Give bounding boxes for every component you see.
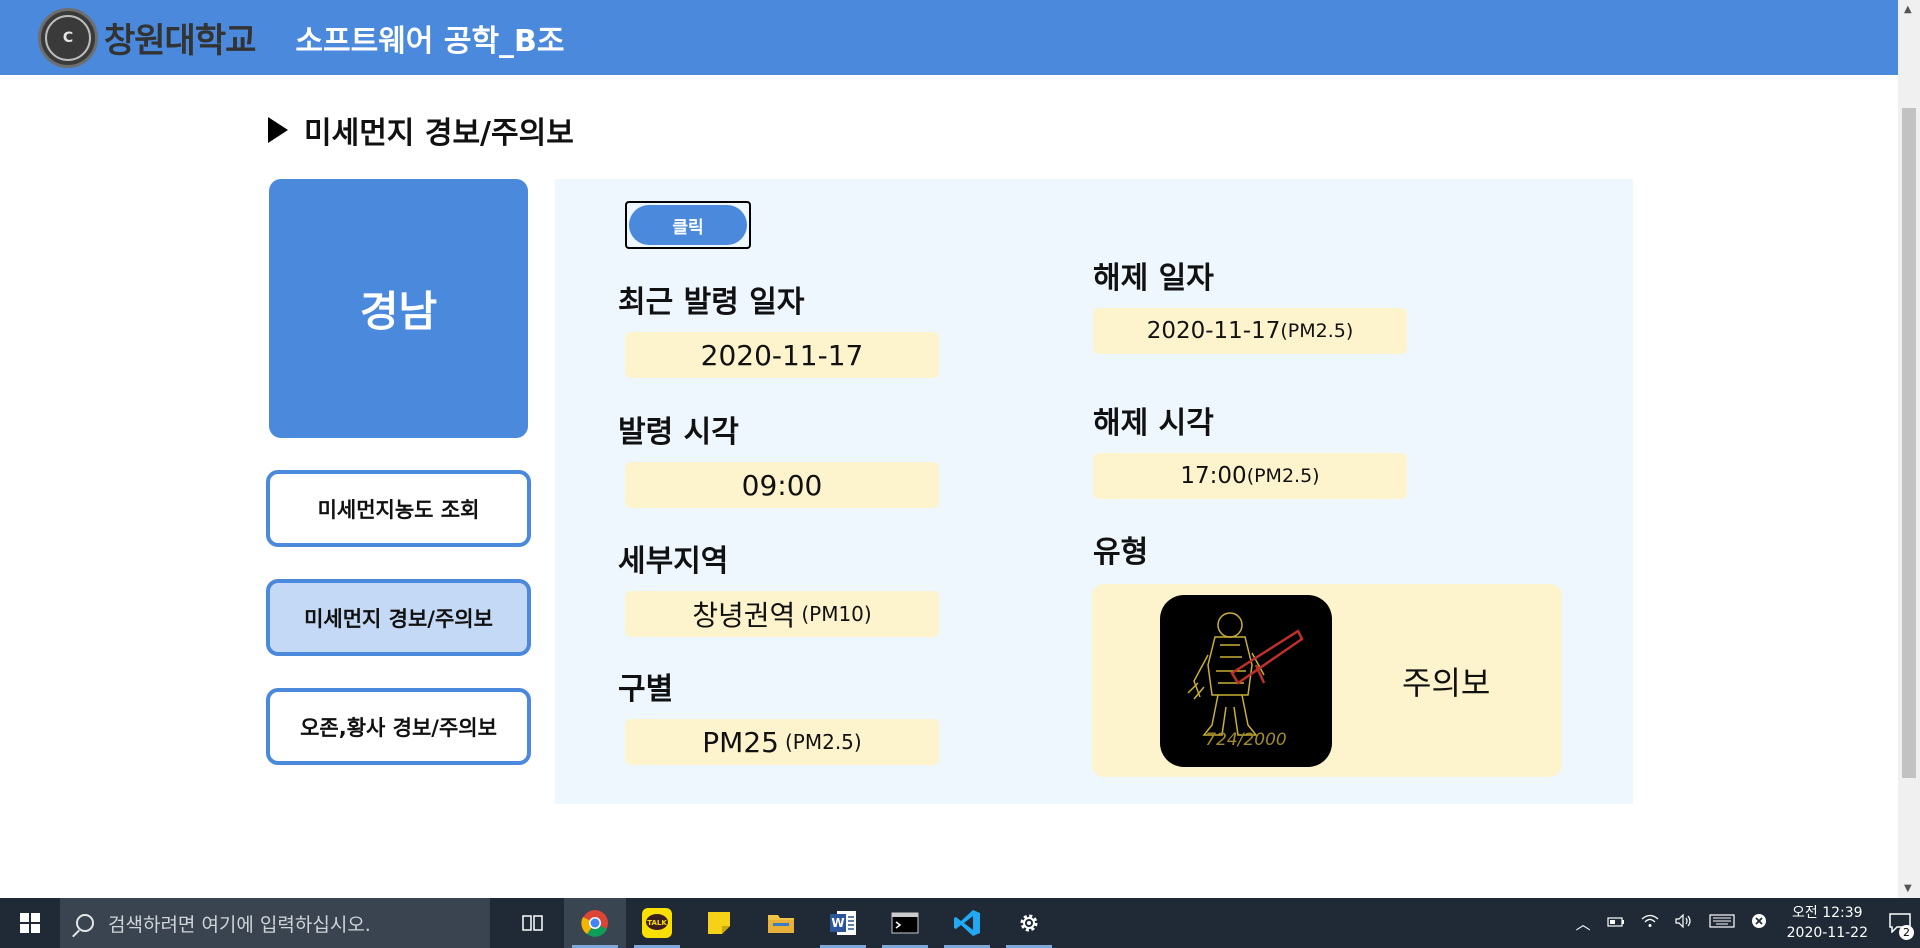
- sticky-notes-icon: [708, 912, 730, 934]
- issue-date-value: 2020-11-17: [625, 332, 939, 378]
- category-label: 구별: [618, 672, 674, 707]
- taskbar-search-box[interactable]: 검색하려면 여기에 입력하십시오.: [60, 898, 490, 948]
- university-name: 창원대학교: [104, 21, 256, 61]
- task-view-button[interactable]: [502, 898, 564, 948]
- terminal-icon: [891, 912, 919, 934]
- windows-start-button[interactable]: [0, 898, 60, 948]
- taskbar-word[interactable]: W: [812, 898, 874, 948]
- vertical-scrollbar[interactable]: ▲ ▼: [1898, 0, 1920, 898]
- windows-taskbar: 검색하려면 여기에 입력하십시오. TALK W ︿ 오전 12:39 2020…: [0, 898, 1920, 948]
- taskbar-sticky-notes[interactable]: [688, 898, 750, 948]
- clock-date: 2020-11-22: [1786, 925, 1868, 941]
- issue-time-value: 09:00: [625, 462, 939, 508]
- taskbar-settings[interactable]: [998, 898, 1060, 948]
- search-placeholder: 검색하려면 여기에 입력하십시오.: [108, 913, 371, 936]
- battery-icon[interactable]: [1607, 914, 1625, 932]
- notification-badge: 2: [1899, 925, 1914, 940]
- ime-off-icon[interactable]: [1751, 913, 1767, 933]
- system-clock[interactable]: 오전 12:39 2020-11-22: [1787, 903, 1868, 943]
- gear-icon: [1020, 914, 1038, 932]
- search-icon: [76, 914, 94, 932]
- alert-type-box: 724/2000 주의보: [1092, 584, 1562, 777]
- release-date-text: 2020-11-17: [1146, 318, 1281, 344]
- release-time-text: 17:00: [1180, 463, 1247, 489]
- taskbar-vscode[interactable]: [936, 898, 998, 948]
- issue-date-label: 최근 발령 일자: [618, 285, 805, 320]
- release-time-value: 17:00 (PM2.5): [1093, 453, 1407, 499]
- alert-type-value: 주의보: [1402, 663, 1491, 702]
- nav-dust-alert-button[interactable]: 미세먼지 경보/주의보: [266, 579, 531, 656]
- kakaotalk-icon: TALK: [642, 908, 672, 938]
- robot-icon: 724/2000: [1187, 612, 1304, 750]
- release-date-note: (PM2.5): [1280, 320, 1354, 342]
- taskbar-chrome[interactable]: [564, 898, 626, 948]
- site-title[interactable]: 소프트웨어 공학_B조: [295, 16, 564, 60]
- wifi-icon[interactable]: [1641, 914, 1659, 932]
- page-title: 미세먼지 경보/주의보: [304, 116, 574, 151]
- image-caption: 724/2000: [1205, 730, 1286, 750]
- task-view-icon: [522, 915, 543, 931]
- top-header: C 창원대학교 소프트웨어 공학_B조: [0, 0, 1898, 75]
- click-button[interactable]: 클릭: [625, 201, 751, 249]
- category-text: PM25: [702, 725, 779, 759]
- issue-time-label: 발령 시각: [618, 415, 739, 450]
- scroll-up-icon[interactable]: ▲: [1904, 4, 1912, 15]
- release-date-label: 해제 일자: [1093, 261, 1214, 296]
- alert-type-image: 724/2000: [1160, 595, 1332, 767]
- category-note: (PM2.5): [784, 730, 862, 754]
- notification-center-button[interactable]: 2: [1880, 898, 1920, 948]
- release-time-label: 해제 시각: [1093, 406, 1214, 441]
- issue-time-text: 09:00: [741, 468, 823, 502]
- release-date-value: 2020-11-17 (PM2.5): [1093, 308, 1407, 354]
- taskbar-terminal[interactable]: [874, 898, 936, 948]
- windows-logo-icon: [20, 913, 40, 933]
- sub-region-label: 세부지역: [618, 544, 729, 579]
- page-heading: 미세먼지 경보/주의보: [268, 108, 574, 152]
- category-value: PM25 (PM2.5): [625, 719, 939, 765]
- taskbar-apps: TALK W: [502, 898, 1060, 948]
- issue-date-text: 2020-11-17: [700, 338, 864, 372]
- click-button-label: 클릭: [629, 205, 747, 245]
- sub-region-note: (PM10): [801, 602, 872, 626]
- taskbar-kakaotalk[interactable]: TALK: [626, 898, 688, 948]
- type-label: 유형: [1093, 535, 1149, 570]
- region-label: 경남: [359, 287, 438, 336]
- alert-detail-panel: 클릭 최근 발령 일자 2020-11-17 발령 시각 09:00 세부지역 …: [555, 179, 1633, 804]
- folder-icon: [768, 915, 794, 933]
- keyboard-icon[interactable]: [1709, 914, 1735, 932]
- scroll-down-icon[interactable]: ▼: [1904, 883, 1912, 894]
- university-logo[interactable]: C 창원대학교: [38, 7, 256, 68]
- clock-time: 오전 12:39: [1792, 905, 1863, 921]
- svg-text:TALK: TALK: [647, 919, 667, 927]
- play-triangle-icon: [268, 117, 288, 143]
- scroll-thumb[interactable]: [1902, 108, 1916, 778]
- taskbar-file-explorer[interactable]: [750, 898, 812, 948]
- system-tray: ︿ 오전 12:39 2020-11-22 2: [1568, 898, 1920, 948]
- sub-region-text: 창녕권역: [692, 599, 796, 632]
- chrome-icon: [581, 910, 608, 937]
- sub-region-value: 창녕권역 (PM10): [625, 591, 939, 637]
- nav-ozone-yellowdust-alert-button[interactable]: 오존,황사 경보/주의보: [266, 688, 531, 765]
- university-emblem-icon: C: [38, 7, 98, 68]
- chevron-up-icon[interactable]: ︿: [1576, 913, 1591, 934]
- region-box: 경남: [269, 179, 528, 438]
- volume-icon[interactable]: [1675, 913, 1693, 932]
- word-icon: W: [830, 911, 856, 935]
- svg-text:W: W: [831, 916, 844, 930]
- nav-dust-concentration-button[interactable]: 미세먼지농도 조회: [266, 470, 531, 547]
- vscode-icon: [954, 910, 980, 936]
- release-time-note: (PM2.5): [1246, 465, 1320, 487]
